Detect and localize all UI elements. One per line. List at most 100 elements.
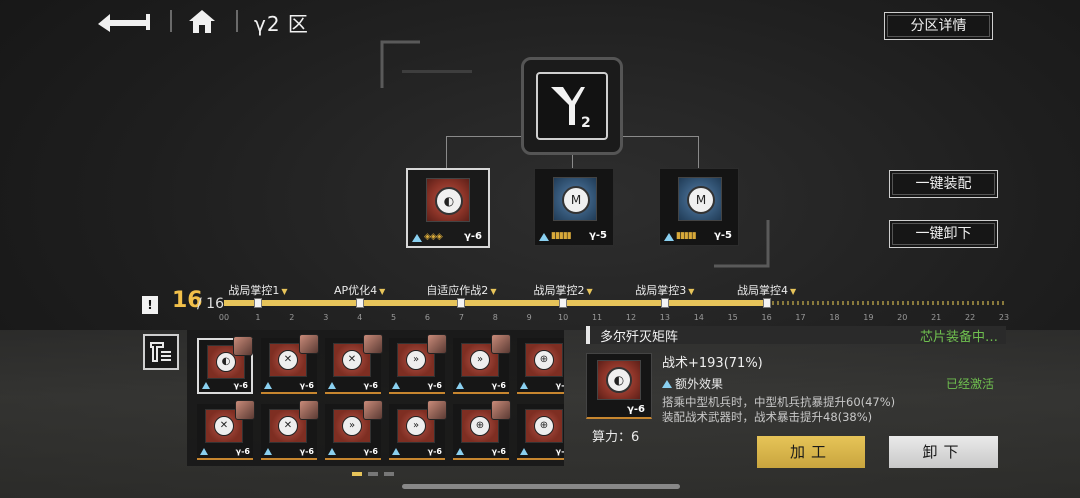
inventory-chip[interactable]: » γ-6 [389, 400, 447, 460]
pilot-avatar [491, 334, 511, 354]
chip-emblem-icon: ✕ [214, 416, 234, 436]
chip-code: γ-6 [555, 447, 564, 456]
inventory-chip[interactable]: » γ-6 [453, 334, 511, 394]
unequip-button[interactable]: 卸下 [889, 436, 998, 468]
tick-label: 21 [931, 313, 942, 322]
chip-image: ⊕ [525, 409, 563, 443]
chip-image: ⊕ [525, 343, 563, 377]
inventory-chip[interactable]: ⊕ γ-6 [453, 400, 511, 460]
rank-triangle-icon [520, 448, 528, 455]
chip-code: γ-5 [589, 230, 607, 241]
milestone-label[interactable]: 战局掌控1 ▼ [228, 282, 287, 298]
divider [236, 10, 238, 32]
inventory-chip[interactable]: ✕ γ-6 [325, 334, 383, 394]
rank-triangle-icon [412, 234, 422, 242]
hud-frame-decoration [380, 40, 472, 88]
inventory-chip[interactable]: » γ-6 [325, 400, 383, 460]
filter-button[interactable] [143, 334, 179, 370]
page-dot[interactable] [352, 472, 362, 476]
chip-emblem-icon: ✕ [278, 416, 298, 436]
chip-slot-3[interactable]: M ▮▮▮▮▮ γ-5 [659, 168, 739, 246]
pilot-avatar [235, 400, 255, 420]
chip-name: 多尔歼灭矩阵 [600, 330, 679, 345]
milestone-text: 战局掌控3 [635, 284, 687, 297]
page-indicator[interactable] [352, 472, 394, 476]
inventory-chip[interactable]: » γ-6 [389, 334, 447, 394]
bonus-title-text: 额外效果 [675, 377, 724, 391]
chip-code: γ-6 [233, 381, 248, 390]
tick-label: 4 [357, 313, 363, 322]
back-icon[interactable] [96, 10, 152, 32]
milestone-label[interactable]: 自适应作战2 ▼ [426, 282, 496, 298]
chip-detail-header: 多尔歼灭矩阵 芯片装备中… [586, 326, 1006, 345]
milestone-label[interactable]: AP优化4 ▼ [334, 282, 385, 298]
home-icon[interactable] [188, 8, 216, 34]
milestone-marker[interactable] [355, 298, 364, 308]
milestone-label[interactable]: 战局掌控2 ▼ [534, 282, 593, 298]
filter-icon [150, 342, 171, 362]
pilot-avatar [299, 334, 319, 354]
milestone-label[interactable]: 战局掌控3 ▼ [635, 282, 694, 298]
gamma-icon: 2 [551, 87, 591, 131]
rank-triangle-icon [456, 448, 464, 455]
pilot-avatar [299, 400, 319, 420]
dropdown-triangle-icon: ▼ [490, 287, 497, 296]
chip-emblem-icon: ⊕ [534, 416, 554, 436]
inventory-chip[interactable]: ✕ γ-6 [197, 400, 255, 460]
unload-all-button[interactable]: 一键卸下 [889, 220, 998, 248]
process-button[interactable]: 加工 [757, 436, 865, 468]
tree-connector [572, 155, 573, 168]
alert-icon[interactable]: ! [142, 296, 158, 314]
rank-triangle-icon [392, 382, 400, 389]
core-emblem: 2 [536, 72, 608, 140]
milestone-marker[interactable] [559, 298, 568, 308]
capacity-remaining [766, 301, 1004, 305]
chip-inventory-grid: ◐γ-6 ✕ γ-6 ✕ γ-6 » γ-6 » γ-6 ⊕ γ-6 ✕ γ-6 ✕ γ-6 » γ-6 » γ-6… [187, 330, 564, 466]
tick-label: 20 [897, 313, 908, 322]
chip-code: γ-6 [363, 381, 378, 390]
chip-code: γ-6 [299, 381, 314, 390]
inventory-chip[interactable]: ◐ γ-6 [197, 336, 253, 394]
equip-all-button[interactable]: 一键装配 [889, 170, 998, 198]
chip-image: ◐ [597, 360, 641, 400]
chip-emblem-icon: ⊕ [470, 416, 490, 436]
chip-emblem-icon: » [470, 350, 490, 370]
milestone-text: 战局掌控4 [737, 284, 789, 297]
home-indicator[interactable] [402, 484, 680, 489]
milestone-marker[interactable] [253, 298, 262, 308]
dropdown-triangle-icon: ▼ [790, 287, 797, 296]
milestone-label[interactable]: 战局掌控4 ▼ [737, 282, 796, 298]
page-dot[interactable] [384, 472, 394, 476]
chip-status: 芯片装备中… [919, 330, 998, 345]
chip-emblem-icon: ⊕ [534, 350, 554, 370]
chip-emblem-icon: M [562, 186, 590, 214]
zone-detail-button[interactable]: 分区详情 [884, 12, 993, 40]
chip-code: γ-6 [627, 404, 645, 415]
milestone-marker[interactable] [660, 298, 669, 308]
tick-label: 15 [727, 313, 738, 322]
chip-level-icon: ◈◈◈ [424, 232, 443, 242]
inventory-chip[interactable]: ⊕ γ-6 [517, 338, 564, 394]
bonus-active-status: 已经激活 [945, 377, 994, 391]
dropdown-triangle-icon: ▼ [281, 287, 288, 296]
tick-label: 9 [526, 313, 532, 322]
inventory-chip[interactable]: ✕ γ-6 [261, 400, 319, 460]
tick-label: 8 [492, 313, 498, 322]
milestone-text: 战局掌控2 [533, 284, 585, 297]
rank-triangle-icon [456, 382, 464, 389]
pilot-avatar [427, 400, 447, 420]
page-dot[interactable] [368, 472, 378, 476]
tick-label: 10 [558, 313, 569, 322]
chip-slot-2[interactable]: M ▮▮▮▮▮ γ-5 [534, 168, 614, 246]
chip-code: γ-6 [491, 447, 506, 456]
chip-emblem-icon: ✕ [342, 350, 362, 370]
milestone-marker[interactable] [457, 298, 466, 308]
capacity-track [224, 300, 1004, 306]
rank-triangle-icon [539, 233, 549, 241]
inventory-chip[interactable]: ⊕ γ-6 [517, 404, 564, 460]
milestone-marker[interactable] [762, 298, 771, 308]
inventory-chip[interactable]: ✕ γ-6 [261, 334, 319, 394]
chip-slot-1[interactable]: ◐ ◈◈◈ γ-6 [406, 168, 490, 248]
core-node[interactable]: 2 [521, 57, 623, 155]
dropdown-triangle-icon: ▼ [586, 287, 593, 296]
